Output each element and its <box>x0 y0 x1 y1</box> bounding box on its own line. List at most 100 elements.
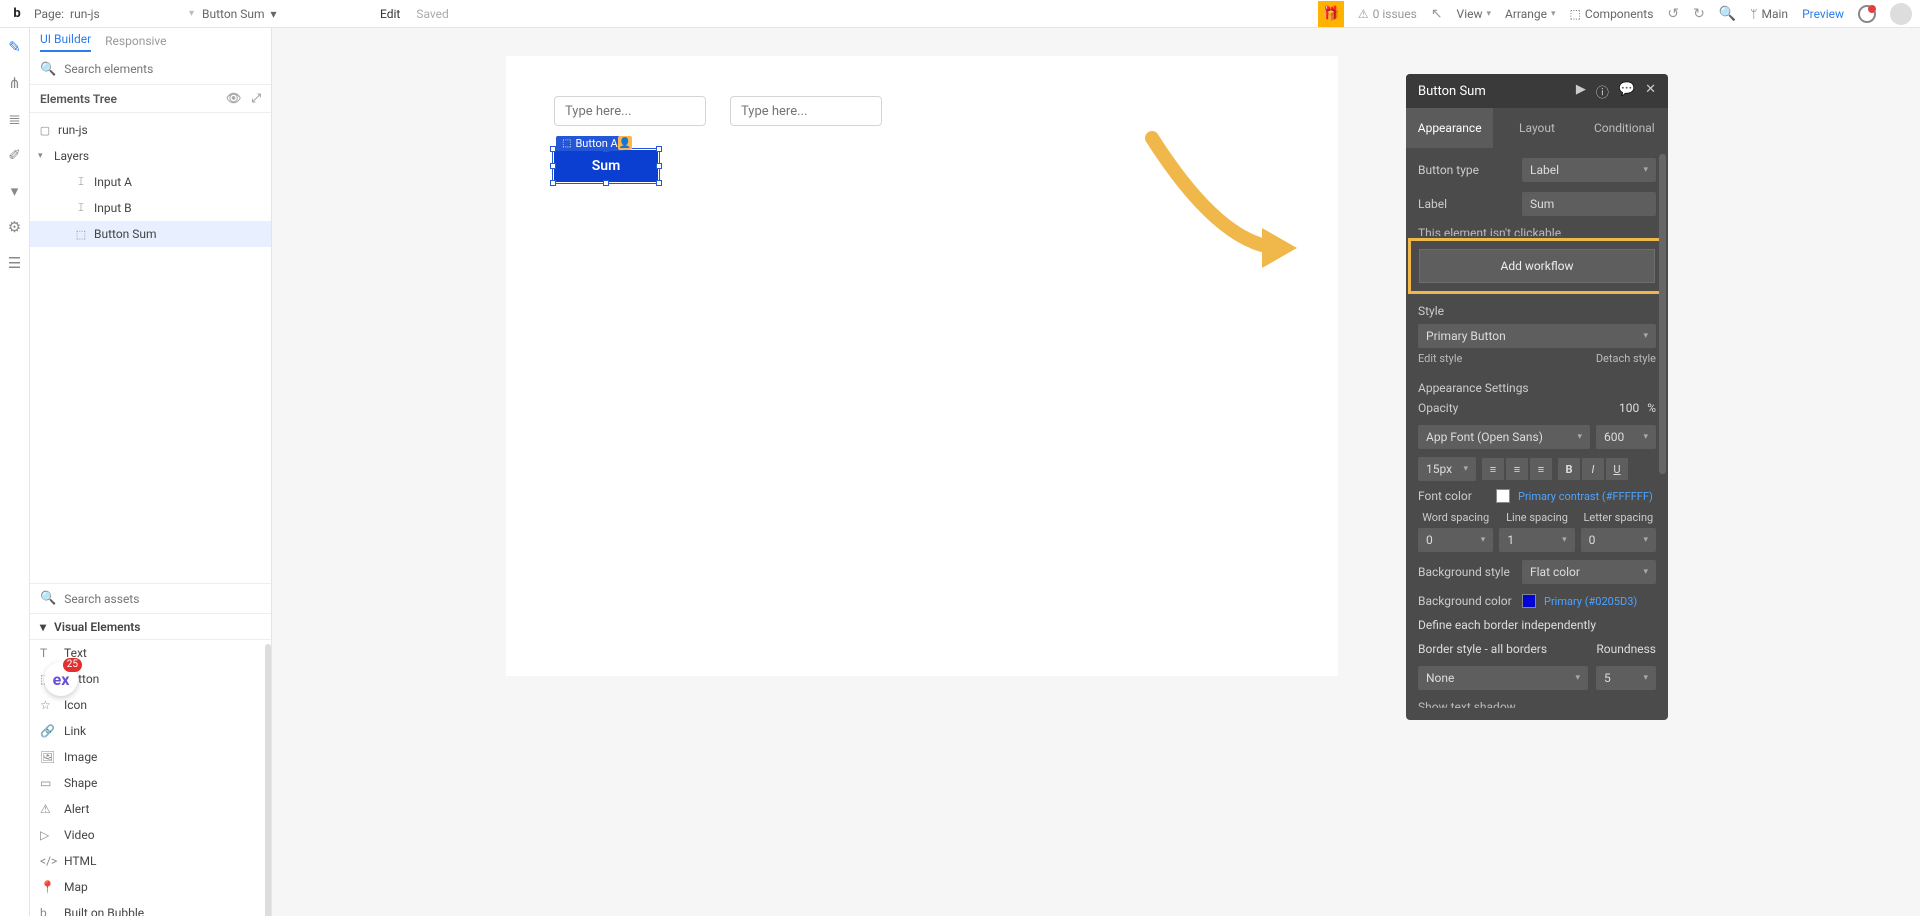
roundness-select[interactable]: 5▾ <box>1596 666 1656 690</box>
font-color-swatch[interactable] <box>1496 489 1510 503</box>
tab-layout[interactable]: Layout <box>1493 108 1580 148</box>
font-color-link[interactable]: Primary contrast (#FFFFFF) <box>1518 490 1653 503</box>
asset-image[interactable]: 🖼Image <box>30 744 271 770</box>
info-icon[interactable]: ⓘ <box>1596 82 1609 101</box>
line-spacing-select[interactable]: 1▾ <box>1499 528 1574 552</box>
canvas-input-a[interactable] <box>554 96 706 126</box>
deploy-icon[interactable] <box>1858 5 1876 23</box>
button-type-select[interactable]: Label▾ <box>1522 158 1656 182</box>
user-avatar[interactable] <box>1890 3 1912 25</box>
tree-input-a[interactable]: 𝙸Input A <box>30 169 271 195</box>
asset-video[interactable]: ▷Video <box>30 822 271 848</box>
bg-color-swatch[interactable] <box>1522 594 1536 608</box>
tab-responsive[interactable]: Responsive <box>105 34 166 48</box>
rail-design[interactable]: ✎ <box>8 38 21 56</box>
asset-built-on-bubble[interactable]: bBuilt on Bubble <box>30 900 271 916</box>
expand-icon[interactable]: ⤢ <box>251 91 261 106</box>
assets-search-input[interactable] <box>64 592 261 606</box>
play-icon[interactable]: ▶ <box>1576 82 1586 101</box>
edit-label[interactable]: Edit <box>380 7 400 21</box>
rail-data[interactable]: ≣ <box>8 110 21 128</box>
undo-icon[interactable]: ↺ <box>1667 6 1679 22</box>
elements-search[interactable]: 🔍 <box>30 54 271 84</box>
font-size-select[interactable]: 15px▾ <box>1418 457 1476 481</box>
rail-workflow[interactable]: ⋔ <box>8 74 21 92</box>
align-left-button[interactable]: ≡ <box>1482 458 1504 480</box>
tree-page-row[interactable]: ▢run-js <box>30 117 271 143</box>
font-weight-select[interactable]: 600▾ <box>1596 425 1656 449</box>
selection-badge[interactable]: 👤 <box>618 136 632 150</box>
components-button[interactable]: ⬚Components <box>1570 7 1654 21</box>
bold-button[interactable]: B <box>1558 458 1580 480</box>
underline-button[interactable]: U <box>1606 458 1628 480</box>
resize-handle[interactable] <box>603 180 609 186</box>
shape-icon: ▭ <box>40 776 54 790</box>
rail-plugins[interactable]: ▾ <box>11 182 19 200</box>
selection-label[interactable]: ⬚Button A <box>556 136 624 151</box>
assets-search[interactable]: 🔍 <box>30 584 271 614</box>
edit-style-link[interactable]: Edit style <box>1418 352 1462 365</box>
left-panel-top: UI Builder Responsive 🔍 <box>30 28 271 85</box>
assets-header[interactable]: ▾ Visual Elements <box>30 614 271 640</box>
resize-handle[interactable] <box>656 180 662 186</box>
tab-ui-builder[interactable]: UI Builder <box>40 32 91 52</box>
element-selector[interactable]: Button Sum ▾ <box>202 7 352 21</box>
asset-shape[interactable]: ▭Shape <box>30 770 271 796</box>
bg-color-link[interactable]: Primary (#0205D3) <box>1544 595 1637 608</box>
align-right-button[interactable]: ≡ <box>1530 458 1552 480</box>
elements-search-input[interactable] <box>64 62 261 76</box>
comment-icon[interactable]: 💬 <box>1619 82 1635 101</box>
app-logo[interactable]: b <box>8 5 26 23</box>
close-icon[interactable]: ✕ <box>1645 82 1656 101</box>
resize-handle[interactable] <box>656 146 662 152</box>
asset-label: Video <box>64 828 95 842</box>
rail-logs[interactable]: ☰ <box>8 254 21 272</box>
inspector-header[interactable]: Button Sum ▶ ⓘ 💬 ✕ <box>1406 74 1668 108</box>
resize-handle[interactable] <box>550 163 556 169</box>
letter-spacing-select[interactable]: 0▾ <box>1581 528 1656 552</box>
align-center-button[interactable]: ≡ <box>1506 458 1528 480</box>
tab-conditional[interactable]: Conditional <box>1581 108 1668 148</box>
border-style-select[interactable]: None▾ <box>1418 666 1588 690</box>
inspector-scrollbar[interactable] <box>1659 154 1666 474</box>
asset-alert[interactable]: ⚠Alert <box>30 796 271 822</box>
tab-appearance[interactable]: Appearance <box>1406 108 1493 148</box>
scrollbar-thumb[interactable] <box>265 644 271 916</box>
detach-style-link[interactable]: Detach style <box>1596 352 1656 365</box>
asset-icon[interactable]: ☆Icon <box>30 692 271 718</box>
rail-styles[interactable]: ✐ <box>8 146 21 164</box>
issues-indicator[interactable]: ⚠ 0 issues <box>1358 7 1417 21</box>
gift-icon[interactable]: 🎁 <box>1318 1 1344 27</box>
tree-button-sum[interactable]: ⬚Button Sum <box>30 221 271 247</box>
branch-menu[interactable]: ᛘMain <box>1750 7 1788 21</box>
resize-handle[interactable] <box>550 180 556 186</box>
asset-label: Alert <box>64 802 89 816</box>
canvas-page[interactable]: ⬚Button A 👤 Sum <box>506 56 1338 676</box>
search-icon[interactable]: 🔍 <box>1719 6 1736 22</box>
bg-style-select[interactable]: Flat color▾ <box>1522 560 1656 584</box>
word-spacing-select[interactable]: 0▾ <box>1418 528 1493 552</box>
page-selector[interactable]: Page: run-js ▾ <box>34 7 194 21</box>
tree-layers-row[interactable]: ▾Layers <box>30 143 271 169</box>
redo-icon[interactable]: ↻ <box>1693 6 1705 22</box>
asset-link[interactable]: 🔗Link <box>30 718 271 744</box>
eye-icon[interactable]: 👁 <box>226 91 241 106</box>
style-select[interactable]: Primary Button▾ <box>1418 324 1656 348</box>
view-menu[interactable]: View▾ <box>1457 7 1491 21</box>
label-input[interactable]: Sum <box>1522 192 1656 216</box>
canvas[interactable]: ⬚Button A 👤 Sum Button Sum ▶ ⓘ 💬 ✕ <box>272 28 1920 916</box>
rail-settings[interactable]: ⚙ <box>8 218 21 236</box>
canvas-input-b[interactable] <box>730 96 882 126</box>
italic-button[interactable]: I <box>1582 458 1604 480</box>
arrange-menu[interactable]: Arrange▾ <box>1505 7 1556 21</box>
help-widget[interactable]: ex 25 <box>44 662 78 696</box>
asset-html[interactable]: </>HTML <box>30 848 271 874</box>
opacity-value[interactable]: 100 <box>1619 401 1639 415</box>
tree-input-b[interactable]: 𝙸Input B <box>30 195 271 221</box>
preview-button[interactable]: Preview <box>1802 7 1844 21</box>
font-family-select[interactable]: App Font (Open Sans)▾ <box>1418 425 1590 449</box>
asset-map[interactable]: 📍Map <box>30 874 271 900</box>
cursor-icon[interactable]: ↖ <box>1431 6 1443 22</box>
resize-handle[interactable] <box>656 163 662 169</box>
add-workflow-button[interactable]: Add workflow <box>1419 249 1655 283</box>
